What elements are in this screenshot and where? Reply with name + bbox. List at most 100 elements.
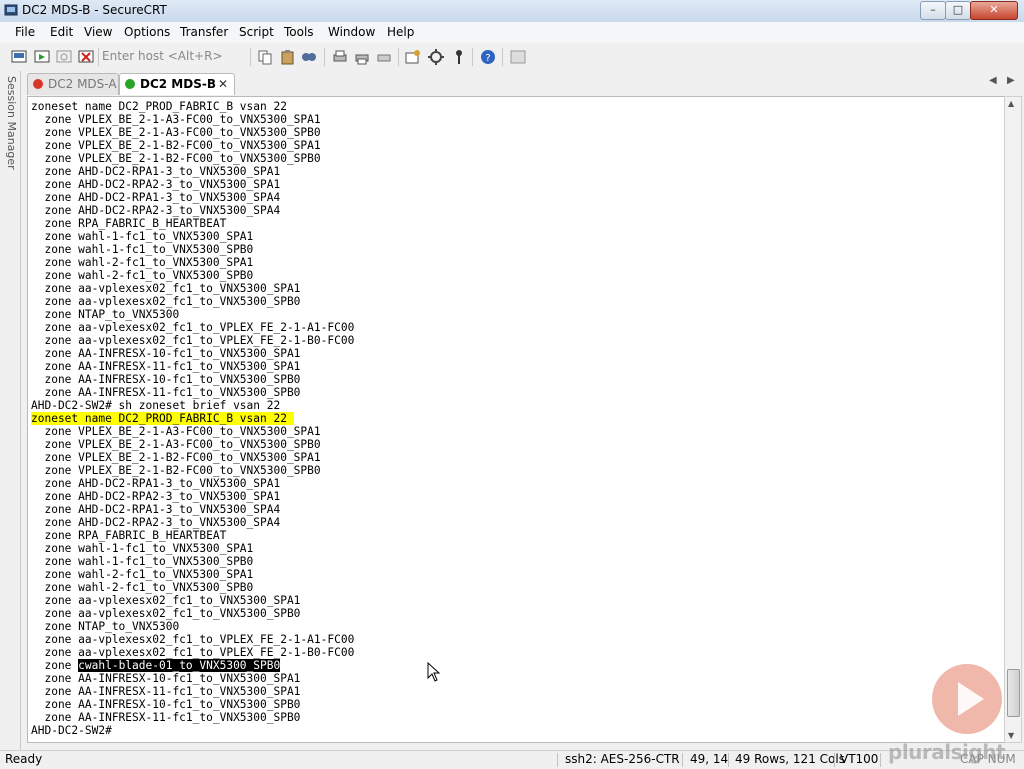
host-input[interactable] [100, 47, 246, 65]
menu-view[interactable]: View [84, 25, 112, 39]
terminal-line: zone wahl-2-fc1_to_VNX5300_SPB0 [31, 581, 254, 594]
status-bar: Ready ssh2: AES-256-CTR 49, 14 49 Rows, … [0, 750, 1024, 769]
menu-help[interactable]: Help [387, 25, 414, 39]
paste-icon[interactable] [279, 48, 297, 66]
terminal-line: zone AHD-DC2-RPA1-3_to_VNX5300_SPA4 [31, 191, 281, 204]
status-separator [557, 753, 558, 767]
tab-label: DC2 MDS-B [140, 77, 216, 91]
print-selection-icon[interactable] [353, 48, 371, 66]
find-icon[interactable] [300, 48, 318, 66]
minimize-button[interactable]: – [920, 1, 946, 20]
session-options-icon[interactable] [404, 48, 422, 66]
terminal-line: zone aa-vplexesx02_fc1_to_VNX5300_SPB0 [31, 295, 301, 308]
selected-text: cwahl-blade-01_to_VNX5300_SPB0 [78, 659, 281, 672]
quick-connect-icon[interactable] [33, 48, 51, 66]
status-cipher: ssh2: AES-256-CTR [565, 752, 680, 766]
terminal-line: zoneset name DC2_PROD_FABRIC_B vsan 22 [31, 412, 354, 425]
tab-label: DC2 MDS-A [48, 77, 117, 91]
menu-file[interactable]: File [15, 25, 35, 39]
help-icon[interactable]: ? [479, 48, 497, 66]
terminal-line: zone aa-vplexesx02_fc1_to_VNX5300_SPB0 [31, 607, 301, 620]
terminal-line: AHD-DC2-SW2# sh zoneset brief vsan 22 [31, 399, 281, 412]
securecrt-app-icon [4, 4, 18, 16]
tab-bar: DC2 MDS-A DC2 MDS-B ✕ ◀ ▶ [21, 71, 1024, 96]
terminal-line: zone AHD-DC2-RPA1-3_to_VNX5300_SPA1 [31, 477, 281, 490]
toolbar-separator [502, 48, 503, 66]
print-setup-icon[interactable] [375, 48, 393, 66]
session-manager-label[interactable]: Session Manager [2, 76, 18, 176]
terminal-line: zone AA-INFRESX-11-fc1_to_VNX5300_SPA1 [31, 360, 301, 373]
terminal-line: zone cwahl-blade-01_to_VNX5300_SPB0 [31, 659, 354, 672]
scroll-up-icon[interactable]: ▲ [1008, 99, 1014, 108]
status-emulation: VT100 [840, 752, 879, 766]
terminal-line: zone VPLEX_BE_2-1-B2-FC00_to_VNX5300_SPB… [31, 152, 321, 165]
terminal-line: zone AHD-DC2-RPA2-3_to_VNX5300_SPA4 [31, 516, 281, 529]
close-window-button[interactable]: ✕ [970, 1, 1018, 20]
terminal-line-prefix: zone [31, 659, 79, 672]
terminal-line: zone RPA_FABRIC_B_HEARTBEAT [31, 217, 227, 230]
terminal-line: zone AA-INFRESX-10-fc1_to_VNX5300_SPB0 [31, 698, 301, 711]
terminal-line: zone AHD-DC2-RPA2-3_to_VNX5300_SPA4 [31, 204, 281, 217]
terminal-scrollbar[interactable]: ▲ ▼ [1004, 96, 1022, 743]
terminal-line: zone RPA_FABRIC_B_HEARTBEAT [31, 529, 227, 542]
menu-transfer[interactable]: Transfer [180, 25, 228, 39]
terminal-line: zone VPLEX_BE_2-1-B2-FC00_to_VNX5300_SPA… [31, 139, 321, 152]
menu-options[interactable]: Options [124, 25, 170, 39]
tab-scroll-left-icon[interactable]: ◀ [989, 75, 997, 86]
status-ready: Ready [5, 752, 43, 766]
terminal-line: zone wahl-2-fc1_to_VNX5300_SPA1 [31, 256, 254, 269]
reconnect-icon[interactable] [55, 48, 73, 66]
terminal-line: zone wahl-2-fc1_to_VNX5300_SPB0 [31, 269, 254, 282]
terminal-line: zone AA-INFRESX-10-fc1_to_VNX5300_SPA1 [31, 347, 301, 360]
tab-dc2-mds-a[interactable]: DC2 MDS-A [27, 73, 119, 95]
maximize-button[interactable]: □ [945, 1, 971, 20]
print-icon[interactable] [331, 48, 349, 66]
terminal-line: AHD-DC2-SW2# [31, 724, 112, 737]
status-dimensions: 49 Rows, 121 Cols [735, 752, 845, 766]
menu-edit[interactable]: Edit [50, 25, 73, 39]
window-title: DC2 MDS-B - SecureCRT [22, 3, 167, 17]
toolbar-separator [250, 48, 251, 66]
scrollbar-thumb[interactable] [1007, 669, 1020, 717]
sftp-icon[interactable] [509, 48, 527, 66]
toolbar-separator [98, 48, 99, 66]
terminal-line: zone AA-INFRESX-11-fc1_to_VNX5300_SPB0 [31, 711, 301, 724]
title-bar[interactable]: DC2 MDS-B - SecureCRT – □ ✕ [0, 0, 1024, 23]
terminal-line: zone aa-vplexesx02_fc1_to_VPLEX_FE_2-1-A… [31, 633, 355, 646]
keymap-icon[interactable] [450, 48, 468, 66]
terminal-output: zoneset name DC2_PROD_FABRIC_B vsan 22 z… [31, 100, 354, 737]
copy-icon[interactable] [256, 48, 274, 66]
terminal-line: zone AA-INFRESX-11-fc1_to_VNX5300_SPB0 [31, 386, 301, 399]
terminal-line: zone VPLEX_BE_2-1-A3-FC00_to_VNX5300_SPB… [31, 126, 321, 139]
global-options-icon[interactable] [427, 48, 445, 66]
terminal-line: zone AA-INFRESX-11-fc1_to_VNX5300_SPA1 [31, 685, 301, 698]
mouse-pointer-icon [427, 662, 441, 682]
menu-tools[interactable]: Tools [284, 25, 314, 39]
terminal-line: zone VPLEX_BE_2-1-A3-FC00_to_VNX5300_SPB… [31, 438, 321, 451]
terminal-line: zone wahl-1-fc1_to_VNX5300_SPB0 [31, 555, 254, 568]
terminal-line: zone VPLEX_BE_2-1-B2-FC00_to_VNX5300_SPA… [31, 451, 321, 464]
menu-script[interactable]: Script [239, 25, 274, 39]
scroll-down-icon[interactable]: ▼ [1008, 731, 1014, 740]
pluralsight-watermark: pluralsight [888, 740, 1006, 764]
terminal-line: zoneset name DC2_PROD_FABRIC_B vsan 22 [31, 100, 287, 113]
terminal-line: zone VPLEX_BE_2-1-A3-FC00_to_VNX5300_SPA… [31, 425, 321, 438]
terminal-line: zone AHD-DC2-RPA1-3_to_VNX5300_SPA1 [31, 165, 281, 178]
status-separator [682, 753, 683, 767]
terminal-line: zone wahl-1-fc1_to_VNX5300_SPA1 [31, 230, 254, 243]
tab-dc2-mds-b[interactable]: DC2 MDS-B ✕ [119, 73, 235, 95]
tab-scroll-right-icon[interactable]: ▶ [1007, 75, 1015, 86]
connected-status-icon [125, 79, 135, 89]
menu-window[interactable]: Window [328, 25, 375, 39]
terminal-line: zone AHD-DC2-RPA2-3_to_VNX5300_SPA1 [31, 178, 281, 191]
terminal-line: zone aa-vplexesx02_fc1_to_VNX5300_SPA1 [31, 594, 301, 607]
terminal-view[interactable]: zoneset name DC2_PROD_FABRIC_B vsan 22 z… [27, 96, 1006, 743]
connect-icon[interactable] [10, 48, 28, 66]
terminal-line: zone VPLEX_BE_2-1-B2-FC00_to_VNX5300_SPB… [31, 464, 321, 477]
terminal-line: zone AHD-DC2-RPA1-3_to_VNX5300_SPA4 [31, 503, 281, 516]
disconnect-icon[interactable] [77, 48, 95, 66]
terminal-line: zone AA-INFRESX-10-fc1_to_VNX5300_SPA1 [31, 672, 301, 685]
toolbar-separator [398, 48, 399, 66]
close-tab-icon[interactable]: ✕ [218, 74, 228, 95]
svg-text:?: ? [485, 53, 490, 64]
